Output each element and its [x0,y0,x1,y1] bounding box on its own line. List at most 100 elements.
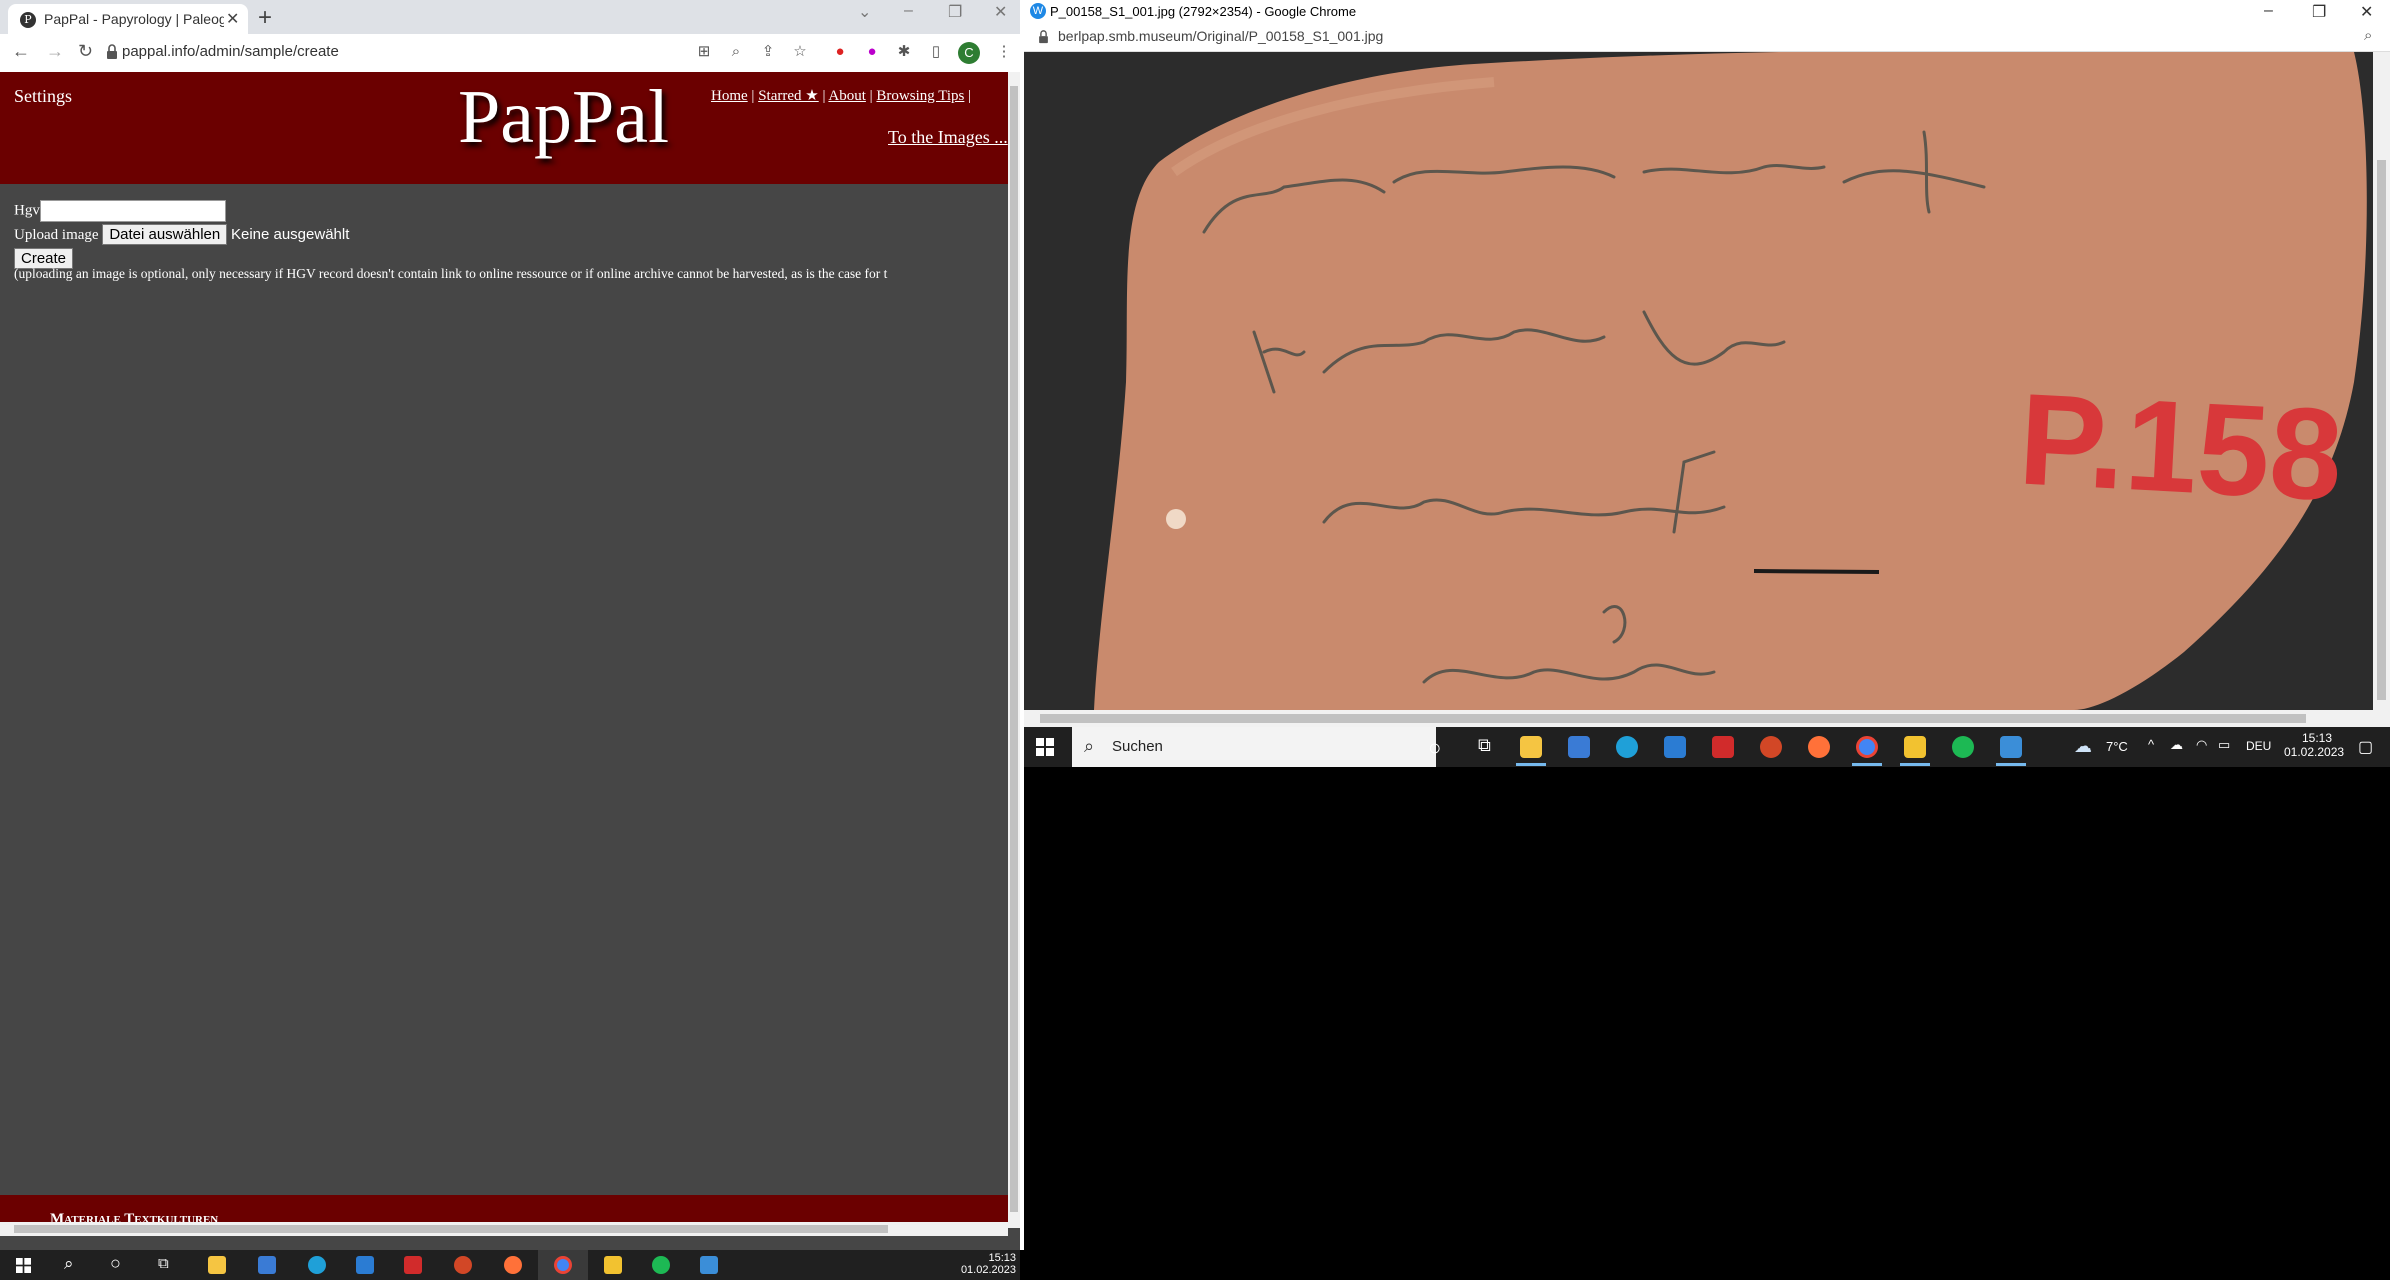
nav-starred[interactable]: Starred ★ [758,88,819,104]
zoom-icon[interactable]: ⌕ [2364,27,2372,44]
upload-note: (uploading an image is optional, only ne… [14,266,888,281]
bookmark-star-icon[interactable]: ☆ [790,42,810,62]
side-panel-icon[interactable]: ▯ [926,42,946,62]
tab-title: PapPal - Papyrology | Paleography [44,11,224,27]
right-window-titlebar: W P_00158_S1_001.jpg (2792×2354) - Googl… [1024,0,2390,23]
back-icon[interactable]: ← [12,41,30,62]
extension-icon[interactable]: ● [862,42,882,62]
horizontal-scroll-thumb[interactable] [1040,714,2306,723]
chrome-icon[interactable] [554,1256,572,1274]
restore-icon[interactable]: ❐ [948,2,962,22]
taskbar: ⌕ ○ ⧉ 15:13 01.02.2023 [0,1250,1020,1280]
search-icon[interactable]: ⌕ [64,1254,74,1274]
site-logo[interactable]: PapPal [458,74,669,161]
site-nav: Home | Starred ★ | About | Browsing Tips… [711,86,971,105]
address-bar[interactable]: pappal.info/admin/sample/create [122,43,339,60]
nav-browsing-tips[interactable]: Browsing Tips [876,88,964,104]
wifi-icon[interactable]: ◠ [2196,737,2207,753]
zoom-icon[interactable]: ⌕ [726,42,746,62]
network-icon[interactable]: ☁ [2170,737,2183,753]
menu-icon[interactable]: ⋮ [994,42,1014,62]
no-file-selected-text: Keine ausgewählt [230,226,350,243]
create-sample-form: Hgv Upload image Datei auswählen Keine a… [14,200,349,269]
ostracon-image[interactable]: P.158 [1024,52,2373,710]
file-explorer-icon[interactable] [1520,736,1542,758]
forward-icon[interactable]: → [46,41,64,62]
wordpress-favicon-icon: W [1030,3,1046,19]
extensions-puzzle-icon[interactable]: ✱ [894,42,914,62]
clock-time: 15:13 [2301,731,2333,745]
vertical-scroll-thumb[interactable] [2377,160,2386,700]
show-hidden-icons-icon[interactable]: ^ [2148,737,2154,752]
settings-link[interactable]: Settings [14,86,72,107]
hgv-input[interactable] [39,200,226,222]
mail-icon[interactable] [1664,736,1686,758]
nav-home[interactable]: Home [711,88,748,104]
input-language[interactable]: DEU [2246,739,2271,753]
tab-search-icon[interactable]: ⌄ [858,2,871,22]
clock[interactable]: 15:13 01.02.2023 [958,1252,1016,1276]
active-indicator [1996,763,2026,766]
chrome-icon[interactable] [1856,736,1878,758]
windows-start-icon[interactable] [1036,738,1054,756]
windows-start-icon[interactable] [16,1258,31,1273]
profile-avatar[interactable]: C [958,42,980,64]
clock-date: 01.02.2023 [2284,745,2345,759]
clock-date: 01.02.2023 [960,1264,1016,1276]
photos-icon[interactable] [700,1256,718,1274]
powerpoint-icon[interactable] [454,1256,472,1274]
store-icon[interactable] [258,1256,276,1274]
battery-icon[interactable]: ▭ [2218,737,2230,753]
cortana-icon[interactable]: ○ [110,1253,121,1274]
task-view-icon[interactable]: ⧉ [158,1255,169,1272]
address-bar[interactable]: berlpap.smb.museum/Original/P_00158_S1_0… [1058,28,1383,44]
minimize-icon[interactable]: – [904,2,913,20]
reload-icon[interactable]: ↻ [78,41,93,62]
museum-inventory-label: P.158 [2016,365,2346,528]
weather-temperature[interactable]: 7°C [2106,739,2128,754]
tab-close-icon[interactable]: ✕ [226,9,239,29]
firefox-icon[interactable] [504,1256,522,1274]
nav-about[interactable]: About [828,88,866,104]
lock-icon [106,44,118,60]
tab-strip: P PapPal - Papyrology | Paleography ✕ + … [0,0,1020,34]
task-view-icon[interactable]: ⧉ [1478,735,1491,756]
minimize-icon[interactable]: – [2264,2,2273,20]
notifications-icon[interactable]: ▢ [2358,737,2373,757]
hgv-label: Hgv [14,202,40,219]
translate-icon[interactable]: ⊞ [694,42,714,62]
restore-icon[interactable]: ❐ [2312,2,2326,22]
close-window-icon[interactable]: ✕ [2360,2,2373,22]
firefox-icon[interactable] [1808,736,1830,758]
taskbar-search-box[interactable]: ⌕ Suchen [1072,727,1436,767]
powerpoint-icon[interactable] [1760,736,1782,758]
sticky-notes-icon[interactable] [604,1256,622,1274]
choose-file-button[interactable]: Datei auswählen [102,224,228,245]
extension-icon[interactable]: ● [830,42,850,62]
share-icon[interactable]: ⇪ [758,42,778,62]
vertical-scroll-thumb[interactable] [1010,86,1018,1212]
store-icon[interactable] [1568,736,1590,758]
photos-icon[interactable] [2000,736,2022,758]
spotify-icon[interactable] [652,1256,670,1274]
to-the-images-link[interactable]: To the Images ... [888,127,1008,148]
pappal-favicon-icon: P [20,12,36,28]
close-window-icon[interactable]: ✕ [994,2,1007,22]
edge-icon[interactable] [1616,736,1638,758]
tab-pappal[interactable]: P PapPal - Papyrology | Paleography ✕ [8,4,248,34]
new-tab-button[interactable]: + [258,4,272,32]
cortana-icon[interactable]: ○ [1428,735,1441,761]
acrobat-icon[interactable] [1712,736,1734,758]
spotify-icon[interactable] [1952,736,1974,758]
acrobat-icon[interactable] [404,1256,422,1274]
edge-icon[interactable] [308,1256,326,1274]
right-address-bar-row: berlpap.smb.museum/Original/P_00158_S1_0… [1024,23,2390,52]
clock[interactable]: 15:13 01.02.2023 [2284,731,2344,759]
sticky-notes-icon[interactable] [1904,736,1926,758]
horizontal-scroll-thumb[interactable] [14,1225,888,1233]
mail-icon[interactable] [356,1256,374,1274]
site-header: Settings PapPal Home | Starred ★ | About… [0,72,1008,184]
active-indicator [1852,763,1882,766]
weather-cloud-icon[interactable]: ☁ [2074,736,2092,757]
file-explorer-icon[interactable] [208,1256,226,1274]
